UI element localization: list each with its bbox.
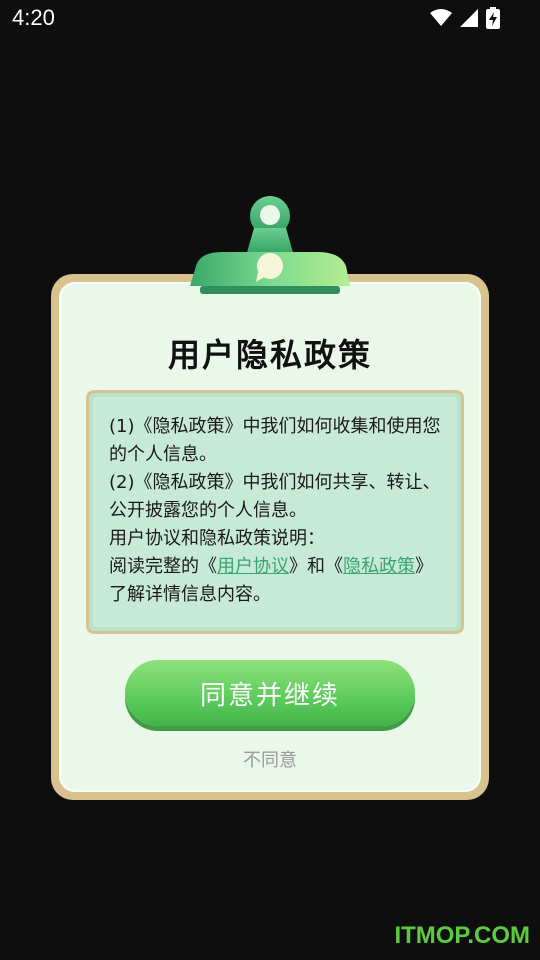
dialog-body: 用户隐私政策 (1)《隐私政策》中我们如何收集和使用您的个人信息。 (2)《隐私… bbox=[59, 282, 481, 792]
and-text: 》和《 bbox=[289, 556, 343, 577]
policy-line-3: 用户协议和隐私政策说明： bbox=[109, 528, 325, 549]
policy-line-2: (2)《隐私政策》中我们如何共享、转让、公开披露您的个人信息。 bbox=[109, 472, 441, 521]
wifi-icon bbox=[430, 9, 452, 27]
agree-continue-button[interactable]: 同意并继续 bbox=[125, 660, 415, 726]
status-time: 4:20 bbox=[12, 5, 55, 30]
read-prefix: 阅读完整的《 bbox=[109, 556, 217, 577]
privacy-dialog: 用户隐私政策 (1)《隐私政策》中我们如何收集和使用您的个人信息。 (2)《隐私… bbox=[51, 274, 489, 800]
battery-charging-icon bbox=[486, 7, 500, 29]
policy-line-4: 阅读完整的《用户协议》和《隐私政策》了解详情信息内容。 bbox=[109, 553, 445, 609]
cellular-signal-icon bbox=[460, 9, 478, 27]
user-agreement-link[interactable]: 用户协议 bbox=[217, 556, 289, 577]
watermark: ITMOP.COM bbox=[394, 922, 530, 949]
policy-text: (1)《隐私政策》中我们如何收集和使用您的个人信息。 (2)《隐私政策》中我们如… bbox=[109, 413, 445, 609]
status-bar: 4:20 bbox=[0, 0, 540, 38]
policy-content-box: (1)《隐私政策》中我们如何收集和使用您的个人信息。 (2)《隐私政策》中我们如… bbox=[86, 390, 464, 634]
clipboard-clip-icon bbox=[190, 194, 350, 298]
disagree-button[interactable]: 不同意 bbox=[59, 746, 481, 772]
status-icons bbox=[430, 7, 500, 29]
dialog-title: 用户隐私政策 bbox=[167, 336, 372, 374]
privacy-policy-link[interactable]: 隐私政策 bbox=[343, 556, 415, 577]
policy-line-1: (1)《隐私政策》中我们如何收集和使用您的个人信息。 bbox=[109, 416, 441, 465]
